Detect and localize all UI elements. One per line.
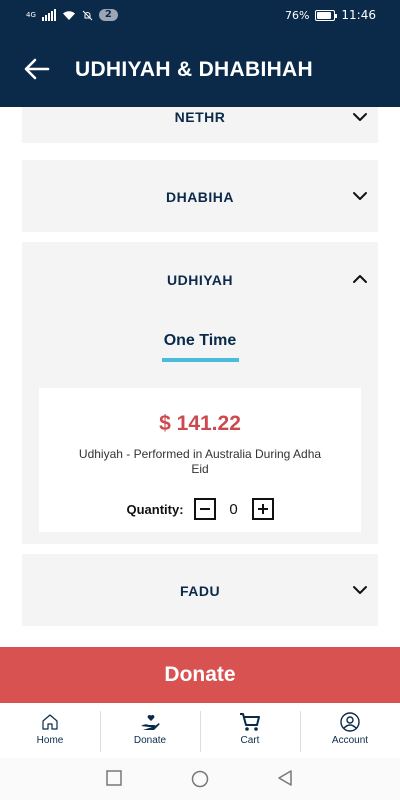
plus-icon bbox=[257, 504, 268, 514]
nav-cart[interactable]: Cart bbox=[200, 703, 300, 758]
battery-icon bbox=[315, 9, 338, 21]
chevron-up-icon[interactable] bbox=[352, 274, 368, 284]
section-udhiyah: UDHIYAH One Time $ 141.22 Udhiyah - Perf… bbox=[22, 242, 378, 544]
nav-home[interactable]: Home bbox=[0, 703, 100, 758]
product-price: $ 141.22 bbox=[159, 412, 241, 435]
status-left: 4G 2 bbox=[26, 9, 118, 21]
product-card: $ 141.22 Udhiyah - Performed in Australi… bbox=[39, 388, 361, 532]
status-right: 76% 11:46 bbox=[285, 8, 376, 22]
nav-home-label: Home bbox=[36, 735, 64, 746]
section-title-dhabiha: DHABIHA bbox=[165, 189, 235, 205]
home-icon bbox=[42, 714, 58, 730]
section-nethr[interactable]: NETHR bbox=[22, 107, 378, 143]
back-triangle-icon[interactable] bbox=[277, 770, 293, 786]
back-button[interactable] bbox=[22, 56, 52, 82]
mute-icon bbox=[82, 10, 93, 20]
section-title-fadu: FADU bbox=[179, 583, 221, 599]
content-area[interactable]: NETHR DHABIHA UDHIYAH One Time $ 141.22 … bbox=[0, 107, 400, 647]
account-icon bbox=[340, 712, 360, 732]
tab-active-indicator bbox=[162, 358, 239, 362]
battery-percent: 76% bbox=[284, 8, 310, 22]
tab-one-time[interactable]: One Time bbox=[22, 332, 378, 350]
bottom-nav: Home Donate Cart Account bbox=[0, 703, 400, 758]
notification-badge: 2 bbox=[98, 9, 118, 21]
signal-icon bbox=[41, 9, 56, 21]
product-description: Udhiyah - Performed in Australia During … bbox=[78, 447, 322, 476]
page-title: UDHIYAH & DHABIHAH bbox=[75, 58, 313, 81]
section-title-udhiyah[interactable]: UDHIYAH bbox=[22, 272, 378, 288]
system-nav-bar bbox=[0, 758, 400, 800]
nav-account-label: Account bbox=[331, 735, 369, 746]
status-bar: 4G 2 76% 11:46 bbox=[0, 0, 400, 32]
network-type: 4G bbox=[26, 11, 36, 19]
chevron-down-icon bbox=[353, 192, 367, 200]
nav-account[interactable]: Account bbox=[300, 703, 400, 758]
recent-apps-icon[interactable] bbox=[106, 770, 122, 786]
increment-button[interactable] bbox=[251, 498, 274, 520]
section-dhabiha[interactable]: DHABIHA bbox=[22, 160, 378, 232]
quantity-value: 0 bbox=[229, 500, 238, 518]
arrow-left-icon bbox=[24, 58, 50, 80]
quantity-label: Quantity: bbox=[126, 501, 184, 517]
quantity-stepper: Quantity: 0 bbox=[39, 498, 361, 520]
cart-icon bbox=[240, 713, 260, 731]
app-header: UDHIYAH & DHABIHAH bbox=[0, 32, 400, 107]
donate-button[interactable]: Donate bbox=[0, 647, 400, 703]
chevron-down-icon bbox=[353, 586, 367, 594]
nav-cart-label: Cart bbox=[240, 735, 260, 746]
section-fadu[interactable]: FADU bbox=[22, 554, 378, 626]
home-circle-icon[interactable] bbox=[191, 770, 209, 788]
donate-hand-icon bbox=[141, 715, 160, 730]
wifi-icon bbox=[62, 10, 75, 20]
chevron-down-icon bbox=[353, 113, 367, 121]
clock: 11:46 bbox=[341, 8, 376, 22]
decrement-button[interactable] bbox=[193, 498, 216, 520]
nav-donate-label: Donate bbox=[133, 735, 167, 746]
nav-donate[interactable]: Donate bbox=[100, 703, 200, 758]
minus-icon bbox=[199, 508, 210, 510]
section-title-nethr: NETHR bbox=[174, 109, 226, 125]
